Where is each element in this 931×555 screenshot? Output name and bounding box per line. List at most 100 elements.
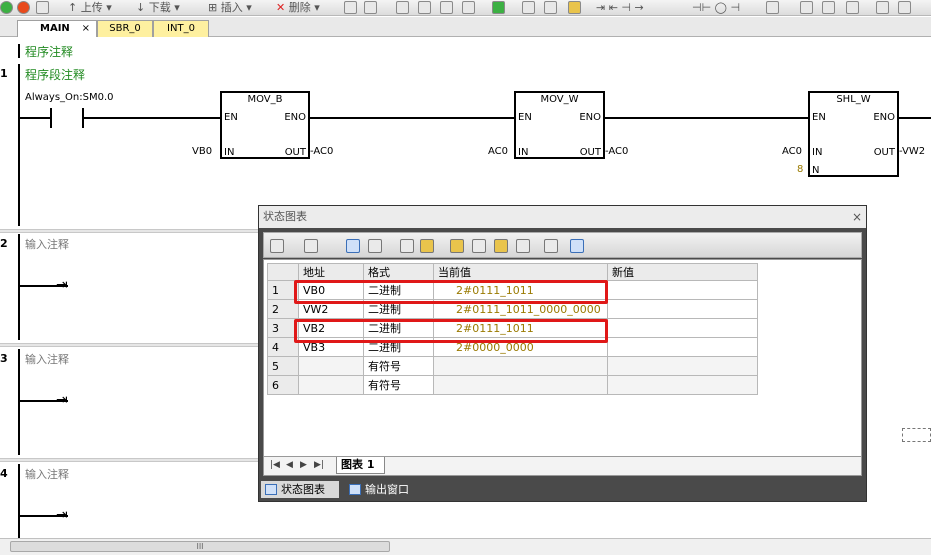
format-cell[interactable]: 有符号 bbox=[363, 375, 434, 395]
column-header[interactable]: 格式 bbox=[363, 263, 434, 281]
column-header[interactable]: 新值 bbox=[607, 263, 758, 281]
window-icon-4[interactable] bbox=[462, 1, 475, 14]
close-icon[interactable]: × bbox=[82, 21, 90, 37]
tab-output-window[interactable]: 输出窗口 bbox=[345, 481, 425, 498]
format-cell[interactable]: 有符号 bbox=[363, 356, 434, 376]
upload-button[interactable]: ↑ 上传 ▾ bbox=[68, 1, 112, 14]
first-sheet-icon[interactable]: |◀ bbox=[270, 460, 280, 470]
network-2-comment[interactable]: 输入注释 bbox=[25, 236, 69, 252]
read-force-icon[interactable] bbox=[516, 239, 530, 253]
branch-icon[interactable]: ⇥ ⇤ ⊣ → bbox=[596, 1, 644, 14]
tab-sbr0[interactable]: SBR_0 bbox=[97, 20, 153, 37]
edit-icon[interactable] bbox=[822, 1, 835, 14]
column-header[interactable]: 当前值 bbox=[433, 263, 608, 281]
shl-w-in-var[interactable]: AC0 bbox=[782, 146, 802, 157]
sheet-tab-bar: |◀ ◀ ▶ ▶| 图表 1 bbox=[263, 457, 862, 476]
new-value-cell[interactable] bbox=[607, 280, 758, 300]
wire bbox=[84, 117, 221, 119]
address-cell[interactable] bbox=[298, 375, 364, 395]
power-rail-2 bbox=[18, 234, 20, 340]
mov-w-block[interactable]: MOV_W EN ENO IN OUT bbox=[514, 91, 605, 159]
edit-icon-2[interactable] bbox=[846, 1, 859, 14]
chart-icon[interactable] bbox=[544, 239, 558, 253]
compile-icon[interactable] bbox=[36, 1, 49, 14]
block-title: MOV_W bbox=[540, 94, 579, 105]
drag-placeholder bbox=[902, 428, 931, 442]
mov-b-out-var[interactable]: -AC0 bbox=[310, 146, 333, 157]
power-rail-3 bbox=[18, 349, 20, 455]
row-number[interactable]: 5 bbox=[267, 356, 299, 376]
address-cell[interactable] bbox=[298, 356, 364, 376]
network-3-comment[interactable]: 输入注释 bbox=[25, 351, 69, 367]
tab-int0[interactable]: INT_0 bbox=[153, 20, 209, 37]
contact-left[interactable] bbox=[50, 108, 52, 128]
print-icon[interactable] bbox=[876, 1, 889, 14]
last-sheet-icon[interactable]: ▶| bbox=[314, 460, 324, 470]
options-icon[interactable] bbox=[570, 239, 584, 253]
shl-w-block[interactable]: SHL_W EN ENO IN N OUT bbox=[808, 91, 899, 177]
force-icon[interactable] bbox=[494, 239, 508, 253]
stop-icon[interactable] bbox=[17, 1, 30, 14]
run-icon[interactable] bbox=[0, 1, 13, 14]
goto-icon[interactable] bbox=[492, 1, 505, 14]
network-icon[interactable] bbox=[344, 1, 357, 14]
tab-main[interactable]: MAIN × bbox=[17, 20, 97, 37]
pencil-icon[interactable] bbox=[420, 239, 434, 253]
contact-icon[interactable]: ⊣⊢ ◯ ⊣ bbox=[692, 1, 740, 14]
mov-w-out-var-text: AC0 bbox=[608, 146, 629, 157]
new-value-cell[interactable] bbox=[607, 337, 758, 357]
new-value-cell[interactable] bbox=[607, 375, 758, 395]
program-bar bbox=[18, 44, 20, 58]
next-sheet-icon[interactable]: ▶ bbox=[300, 460, 307, 470]
table-header-row: 地址 格式 当前值 新值 bbox=[267, 263, 758, 281]
shl-w-out-var[interactable]: -VW2 bbox=[899, 146, 925, 157]
window-icon[interactable] bbox=[396, 1, 409, 14]
lock-icon[interactable] bbox=[450, 239, 464, 253]
table-icon[interactable] bbox=[800, 1, 813, 14]
tab-status-chart[interactable]: 状态图表 bbox=[261, 481, 339, 498]
unlock-icon[interactable] bbox=[472, 239, 486, 253]
mov-b-out-var-text: AC0 bbox=[313, 146, 334, 157]
network-1-comment[interactable]: 程序段注释 bbox=[25, 66, 85, 83]
mov-w-in-var[interactable]: AC0 bbox=[488, 146, 508, 157]
new-value-cell[interactable] bbox=[607, 318, 758, 338]
sheet-tab-chart1[interactable]: 图表 1 bbox=[336, 457, 386, 474]
mov-w-out-var[interactable]: -AC0 bbox=[605, 146, 628, 157]
network-separator bbox=[0, 458, 260, 462]
lock-icon[interactable] bbox=[522, 1, 535, 14]
box-icon[interactable] bbox=[766, 1, 779, 14]
mov-b-block[interactable]: MOV_B EN ENO IN OUT bbox=[220, 91, 310, 159]
program-comment[interactable]: 程序注释 bbox=[25, 43, 73, 60]
shl-w-n-var[interactable]: 8 bbox=[797, 164, 803, 175]
glasses-icon[interactable] bbox=[400, 239, 414, 253]
column-header[interactable]: 地址 bbox=[298, 263, 364, 281]
status-chart-toolbar bbox=[263, 232, 862, 258]
mov-b-in-var[interactable]: VB0 bbox=[192, 146, 212, 157]
window-icon-2[interactable] bbox=[418, 1, 431, 14]
shl-w-out-var-text: VW2 bbox=[902, 146, 926, 157]
network-icon-2[interactable] bbox=[364, 1, 377, 14]
close-icon[interactable]: × bbox=[852, 206, 862, 228]
window-icon-3[interactable] bbox=[440, 1, 453, 14]
row-number[interactable]: 6 bbox=[267, 375, 299, 395]
arrow-end-icon: ⇥ bbox=[56, 277, 68, 293]
eno-pin: ENO bbox=[579, 112, 601, 123]
add-icon[interactable] bbox=[270, 239, 284, 253]
trend-view-icon[interactable] bbox=[346, 239, 360, 253]
lock-icon-2[interactable] bbox=[544, 1, 557, 14]
en-pin: EN bbox=[812, 112, 826, 123]
n-pin: N bbox=[812, 165, 820, 176]
delete-button[interactable]: ✕ 删除 ▾ bbox=[276, 1, 320, 14]
import-icon[interactable] bbox=[304, 239, 318, 253]
lock-icon-3[interactable] bbox=[568, 1, 581, 14]
download-button[interactable]: ↓ 下载 ▾ bbox=[136, 1, 180, 14]
network-4-comment[interactable]: 输入注释 bbox=[25, 466, 69, 482]
new-value-cell[interactable] bbox=[607, 299, 758, 319]
new-value-cell[interactable] bbox=[607, 356, 758, 376]
table-view-icon[interactable] bbox=[368, 239, 382, 253]
print-icon-2[interactable] bbox=[898, 1, 911, 14]
status-chart-titlebar[interactable]: 状态图表 × bbox=[259, 206, 866, 228]
prev-sheet-icon[interactable]: ◀ bbox=[286, 460, 293, 470]
scrollbar-thumb[interactable]: III bbox=[10, 541, 390, 552]
insert-button[interactable]: ⊞ 插入 ▾ bbox=[208, 1, 252, 14]
